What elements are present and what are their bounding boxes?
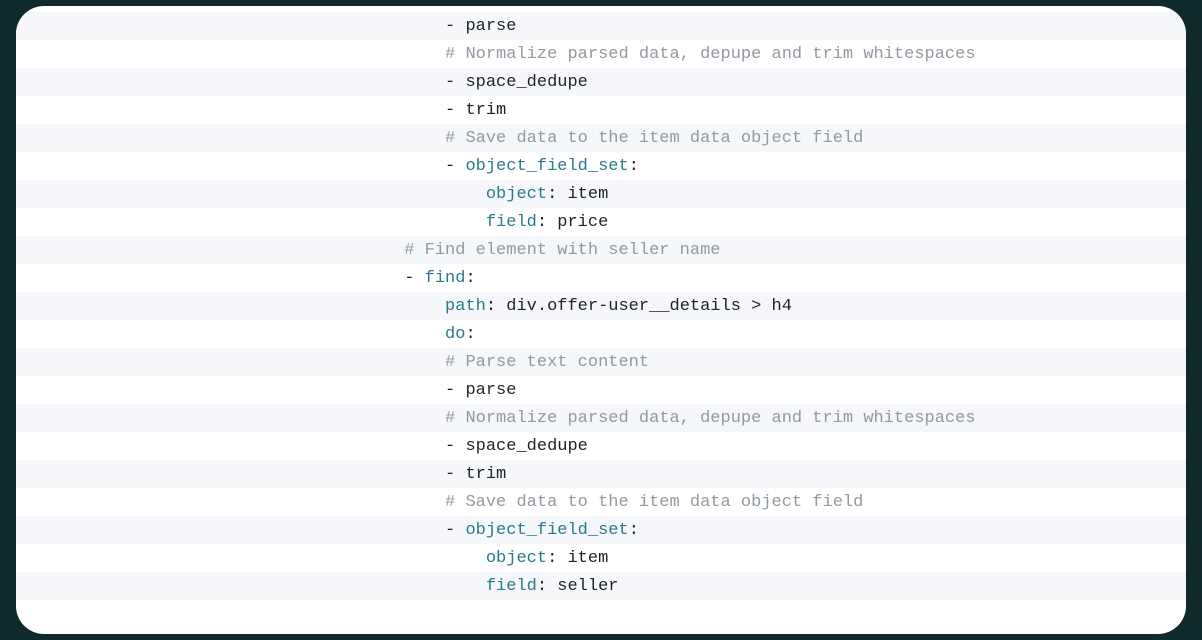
comment-text: # Find element with seller name (404, 242, 720, 259)
yaml-key: field (486, 578, 537, 595)
code-line: - object_field_set: (16, 152, 1186, 180)
item-text: trim (465, 102, 506, 119)
comment-text: # Normalize parsed data, depupe and trim… (445, 46, 976, 63)
yaml-key: object (486, 550, 547, 567)
code-line: - object_field_set: (16, 516, 1186, 544)
yaml-key: object_field_set (465, 158, 628, 175)
code-line: path: div.offer-user__details > h4 (16, 292, 1186, 320)
yaml-key: do (445, 326, 465, 343)
yaml-value: div.offer-user__details > h4 (506, 298, 792, 315)
code-line: object: item (16, 180, 1186, 208)
code-line: # Normalize parsed data, depupe and trim… (16, 404, 1186, 432)
yaml-value: item (567, 186, 608, 203)
yaml-value: price (557, 214, 608, 231)
yaml-value: seller (557, 578, 618, 595)
code-line: - space_dedupe (16, 68, 1186, 96)
item-text: space_dedupe (465, 74, 587, 91)
item-text: space_dedupe (465, 438, 587, 455)
code-line: field: seller (16, 572, 1186, 600)
code-line: - trim (16, 96, 1186, 124)
code-line: # Parse text content (16, 348, 1186, 376)
code-line: # Save data to the item data object fiel… (16, 488, 1186, 516)
code-line: - space_dedupe (16, 432, 1186, 460)
code-line: do: (16, 320, 1186, 348)
comment-text: # Normalize parsed data, depupe and trim… (445, 410, 976, 427)
code-line: # Normalize parsed data, depupe and trim… (16, 40, 1186, 68)
item-text: parse (465, 18, 516, 35)
item-text: parse (465, 382, 516, 399)
code-card: - parse # Normalize parsed data, depupe … (16, 6, 1186, 634)
yaml-key: path (445, 298, 486, 315)
code-line: field: price (16, 208, 1186, 236)
item-text: trim (465, 466, 506, 483)
code-line: - find: (16, 264, 1186, 292)
yaml-value: item (567, 550, 608, 567)
yaml-key: object_field_set (465, 522, 628, 539)
code-line: # Save data to the item data object fiel… (16, 124, 1186, 152)
comment-text: # Save data to the item data object fiel… (445, 130, 863, 147)
comment-text: # Save data to the item data object fiel… (445, 494, 863, 511)
yaml-key: object (486, 186, 547, 203)
yaml-key: field (486, 214, 537, 231)
code-line: - parse (16, 12, 1186, 40)
comment-text: # Parse text content (445, 354, 649, 371)
code-block: - parse # Normalize parsed data, depupe … (16, 12, 1186, 600)
code-line: object: item (16, 544, 1186, 572)
code-line: - trim (16, 460, 1186, 488)
code-line: - parse (16, 376, 1186, 404)
yaml-key: find (425, 270, 466, 287)
code-line: # Find element with seller name (16, 236, 1186, 264)
